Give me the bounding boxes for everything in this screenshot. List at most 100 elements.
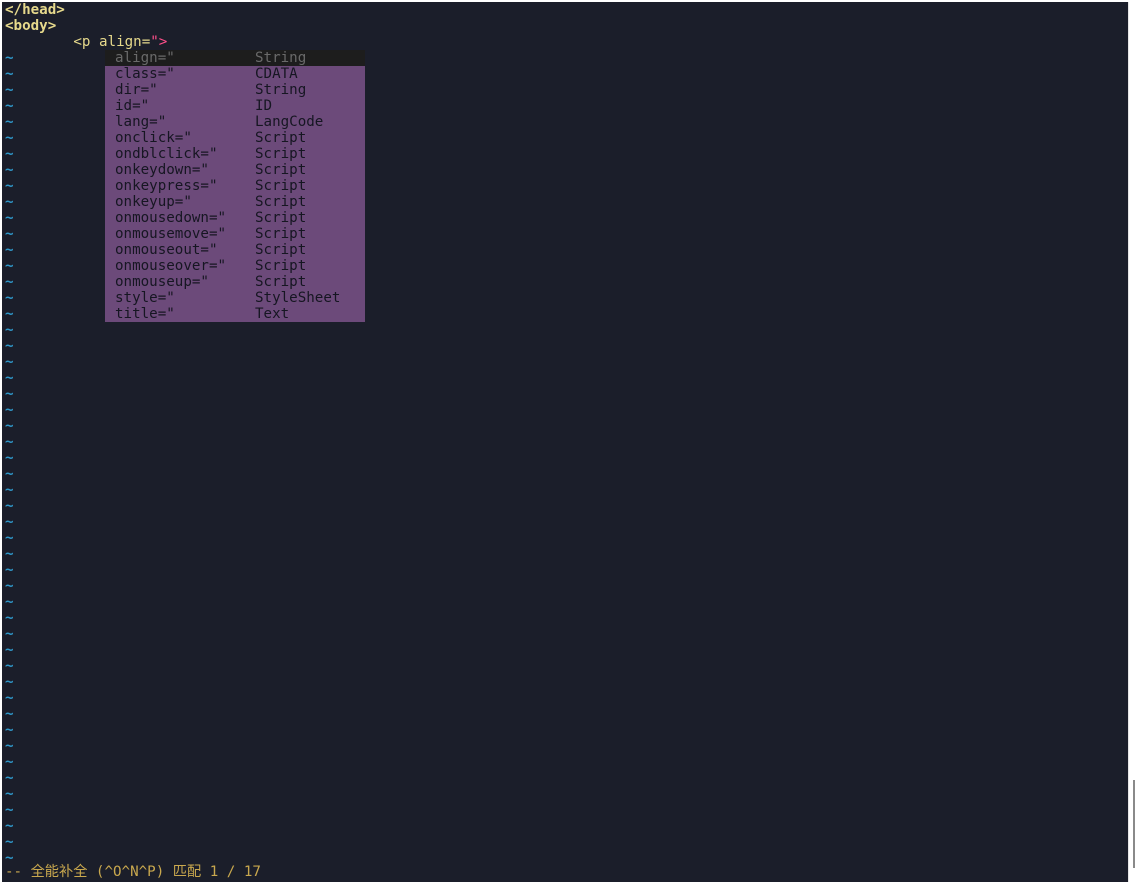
tilde-marker: ~: [5, 530, 14, 546]
vertical-scrollbar[interactable]: [1128, 2, 1143, 882]
completion-item-type: Script: [255, 162, 307, 178]
completion-item-name: onmouseout=": [115, 242, 218, 258]
tilde-marker: ~: [5, 226, 14, 242]
tilde-marker: ~: [5, 98, 14, 114]
completion-item[interactable]: align=" String: [105, 50, 365, 66]
tilde-marker: ~: [5, 178, 14, 194]
attribute-name: align=: [98, 34, 151, 50]
completion-item-name: title=": [115, 306, 175, 322]
tilde-marker: ~: [5, 354, 14, 370]
scrollbar-thumb[interactable]: [1133, 780, 1135, 868]
completion-item[interactable]: ondblclick=" Script: [105, 146, 365, 162]
tilde-marker: ~: [5, 194, 14, 210]
tilde-marker: ~: [5, 370, 14, 386]
tilde-marker: ~: [5, 546, 14, 562]
attribute-quote: ": [150, 34, 159, 50]
completion-item-type: Script: [255, 258, 307, 274]
completion-item-name: onmouseup=": [115, 274, 209, 290]
code-line-body-open: <body>: [5, 18, 57, 34]
tilde-marker: ~: [5, 802, 14, 818]
tilde-marker: ~: [5, 338, 14, 354]
completion-item-type: Script: [255, 130, 307, 146]
code-line-head-close: </head>: [5, 2, 65, 18]
completion-item[interactable]: id=" ID: [105, 98, 365, 114]
completion-item[interactable]: onmousemove=" Script: [105, 226, 365, 242]
tilde-marker: ~: [5, 578, 14, 594]
status-match-count: 匹配 1 / 17: [172, 864, 261, 880]
completion-item[interactable]: onmousedown=" Script: [105, 210, 365, 226]
completion-item-type: String: [255, 50, 307, 66]
completion-item-name: onmouseover=": [115, 258, 227, 274]
completion-item[interactable]: lang=" LangCode: [105, 114, 365, 130]
completion-item[interactable]: onclick=" Script: [105, 130, 365, 146]
tilde-marker: ~: [5, 562, 14, 578]
tilde-marker: ~: [5, 738, 14, 754]
completion-item[interactable]: onmouseover=" Script: [105, 258, 365, 274]
tilde-marker: ~: [5, 322, 14, 338]
status-line: -- 全能补全 (^O^N^P) 匹配 1 / 17: [5, 864, 261, 880]
completion-item-name: lang=": [115, 114, 167, 130]
tilde-marker: ~: [5, 210, 14, 226]
tilde-marker: ~: [5, 690, 14, 706]
completion-item[interactable]: onkeypress=" Script: [105, 178, 365, 194]
tilde-marker: ~: [5, 82, 14, 98]
tilde-marker: ~: [5, 642, 14, 658]
tilde-marker: ~: [5, 626, 14, 642]
completion-item-name: onkeypress=": [115, 178, 218, 194]
tilde-marker: ~: [5, 482, 14, 498]
tilde-marker: ~: [5, 818, 14, 834]
tilde-marker: ~: [5, 706, 14, 722]
completion-item[interactable]: onkeydown=" Script: [105, 162, 365, 178]
tilde-marker: ~: [5, 306, 14, 322]
completion-item-type: Script: [255, 226, 307, 242]
completion-item-type: Script: [255, 210, 307, 226]
tilde-marker: ~: [5, 466, 14, 482]
completion-item-type: Script: [255, 178, 307, 194]
completion-item[interactable]: class=" CDATA: [105, 66, 365, 82]
completion-item-name: dir=": [115, 82, 158, 98]
status-mode: -- 全能补全 (^O^N^P): [5, 864, 165, 880]
completion-popup-menu[interactable]: align=" String class=" CDATA dir=" String id="…: [105, 50, 365, 322]
completion-item[interactable]: title=" Text: [105, 306, 365, 322]
completion-item-name: id=": [115, 98, 150, 114]
tilde-marker: ~: [5, 146, 14, 162]
completion-item-type: Script: [255, 146, 307, 162]
completion-item-name: onmousemove=": [115, 226, 227, 242]
tilde-marker: ~: [5, 66, 14, 82]
editor-buffer[interactable]: </head> <body> <p align="> ~ ~ ~ ~ ~ ~ ~ ~ ~ ~ ~ ~ ~…: [2, 2, 1128, 882]
tilde-marker: ~: [5, 386, 14, 402]
completion-item-type: Script: [255, 242, 307, 258]
completion-item[interactable]: onkeyup=" Script: [105, 194, 365, 210]
completion-item-name: onclick=": [115, 130, 192, 146]
completion-item-type: Text: [255, 306, 290, 322]
completion-item-type: Script: [255, 194, 307, 210]
tilde-marker: ~: [5, 274, 14, 290]
tilde-marker: ~: [5, 290, 14, 306]
completion-item-name: ondblclick=": [115, 146, 218, 162]
tag-open: <p: [73, 34, 91, 50]
completion-item[interactable]: onmouseout=" Script: [105, 242, 365, 258]
tilde-marker: ~: [5, 754, 14, 770]
completion-item-name: onmousedown=": [115, 210, 227, 226]
tilde-marker: ~: [5, 722, 14, 738]
tag-close: >: [158, 34, 168, 50]
tilde-marker: ~: [5, 162, 14, 178]
tilde-marker: ~: [5, 114, 14, 130]
tilde-marker: ~: [5, 834, 14, 850]
tilde-marker: ~: [5, 418, 14, 434]
completion-item[interactable]: onmouseup=" Script: [105, 274, 365, 290]
code-line-current: <p align=">: [5, 34, 167, 50]
completion-item-name: style=": [115, 290, 175, 306]
tilde-marker: ~: [5, 610, 14, 626]
completion-item-name: onkeyup=": [115, 194, 192, 210]
completion-item-type: String: [255, 82, 307, 98]
tilde-marker: ~: [5, 514, 14, 530]
tilde-marker: ~: [5, 658, 14, 674]
tilde-marker: ~: [5, 434, 14, 450]
tilde-marker: ~: [5, 770, 14, 786]
completion-item[interactable]: dir=" String: [105, 82, 365, 98]
completion-item-type: Script: [255, 274, 307, 290]
tilde-marker: ~: [5, 402, 14, 418]
completion-item[interactable]: style=" StyleSheet: [105, 290, 365, 306]
